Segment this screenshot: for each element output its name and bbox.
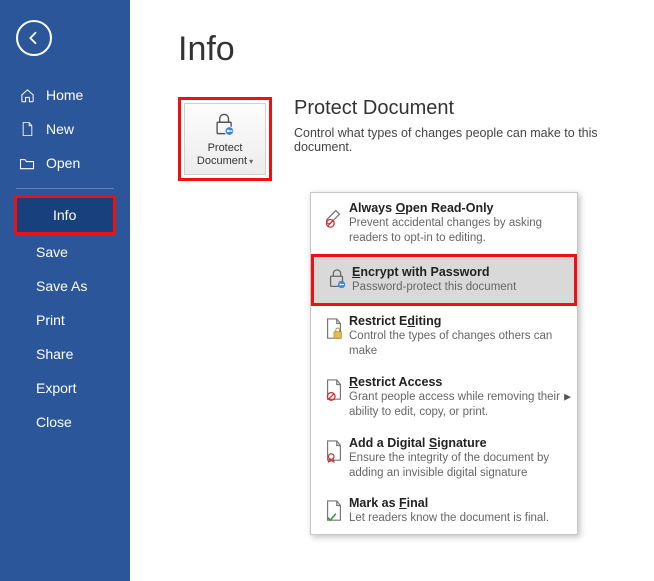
sidebar-item-label: Close: [36, 414, 72, 430]
protect-document-desc: Control what types of changes people can…: [294, 126, 630, 154]
folder-open-icon: [18, 157, 36, 170]
highlight-protect-button: Protect Document▾: [178, 97, 272, 181]
sidebar-item-label: New: [46, 121, 74, 137]
sidebar-item-print[interactable]: Print: [0, 303, 130, 337]
home-icon: [18, 88, 36, 103]
menu-item-desc: Password-protect this document: [352, 280, 564, 295]
document-check-icon: [319, 496, 349, 526]
sidebar-item-info[interactable]: Info: [17, 198, 113, 232]
document-icon: [18, 121, 36, 137]
protect-document-heading: Protect Document: [294, 97, 630, 120]
lock-key-icon: [211, 110, 239, 138]
menu-item-digital-signature[interactable]: Add a Digital Signature Ensure the integ…: [311, 428, 577, 489]
menu-item-title: Restrict Access: [349, 375, 567, 389]
arrow-left-icon: [25, 29, 43, 47]
back-button[interactable]: [16, 20, 52, 56]
sidebar-item-new[interactable]: New: [0, 112, 130, 146]
menu-item-mark-final[interactable]: Mark as Final Let readers know the docum…: [311, 488, 577, 534]
sidebar-item-save[interactable]: Save: [0, 235, 130, 269]
lock-key-icon: [322, 265, 352, 295]
menu-item-desc: Let readers know the document is final.: [349, 511, 567, 526]
main-panel: Info Protect Document▾: [130, 0, 654, 581]
sidebar-item-label: Open: [46, 155, 80, 171]
menu-item-desc: Grant people access while removing their…: [349, 390, 567, 420]
highlight-encrypt: Encrypt with Password Password-protect t…: [311, 254, 577, 306]
menu-item-restrict-access[interactable]: Restrict Access Grant people access whil…: [311, 367, 577, 428]
protect-document-menu: Always Open Read-Only Prevent accidental…: [310, 192, 578, 535]
document-ribbon-icon: [319, 436, 349, 481]
sidebar-item-home[interactable]: Home: [0, 78, 130, 112]
pencil-no-icon: [319, 201, 349, 246]
sidebar-item-share[interactable]: Share: [0, 337, 130, 371]
document-lock-icon: [319, 314, 349, 359]
menu-item-desc: Prevent accidental changes by asking rea…: [349, 216, 567, 246]
backstage-sidebar: Home New Open Info Save Save As Print Sh…: [0, 0, 130, 581]
sidebar-item-label: Export: [36, 380, 76, 396]
sidebar-item-close[interactable]: Close: [0, 405, 130, 439]
menu-item-read-only[interactable]: Always Open Read-Only Prevent accidental…: [311, 193, 577, 254]
sidebar-item-save-as[interactable]: Save As: [0, 269, 130, 303]
sidebar-divider: [16, 188, 114, 189]
menu-item-title: Mark as Final: [349, 496, 567, 510]
protect-document-section: Protect Document▾ Protect Document Contr…: [178, 97, 630, 181]
sidebar-item-label: Print: [36, 312, 65, 328]
sidebar-item-label: Info: [53, 207, 76, 223]
protect-document-button[interactable]: Protect Document▾: [184, 103, 266, 175]
chevron-right-icon: ▶: [564, 392, 571, 403]
menu-item-title: Encrypt with Password: [352, 265, 564, 279]
highlight-info: Info: [14, 195, 116, 235]
menu-item-title: Add a Digital Signature: [349, 436, 567, 450]
protect-button-label: Protect Document▾: [197, 142, 253, 167]
sidebar-item-open[interactable]: Open: [0, 146, 130, 180]
sidebar-item-label: Save: [36, 244, 68, 260]
sidebar-item-label: Home: [46, 87, 83, 103]
sidebar-item-label: Share: [36, 346, 73, 362]
menu-item-encrypt[interactable]: Encrypt with Password Password-protect t…: [314, 257, 574, 303]
document-no-icon: [319, 375, 349, 420]
sidebar-item-label: Save As: [36, 278, 87, 294]
menu-item-desc: Control the types of changes others can …: [349, 329, 567, 359]
page-title: Info: [178, 30, 630, 69]
menu-item-restrict-editing[interactable]: Restrict Editing Control the types of ch…: [311, 306, 577, 367]
menu-item-desc: Ensure the integrity of the document by …: [349, 451, 567, 481]
chevron-down-icon: ▾: [249, 157, 253, 166]
menu-item-title: Restrict Editing: [349, 314, 567, 328]
sidebar-item-export[interactable]: Export: [0, 371, 130, 405]
menu-item-title: Always Open Read-Only: [349, 201, 567, 215]
